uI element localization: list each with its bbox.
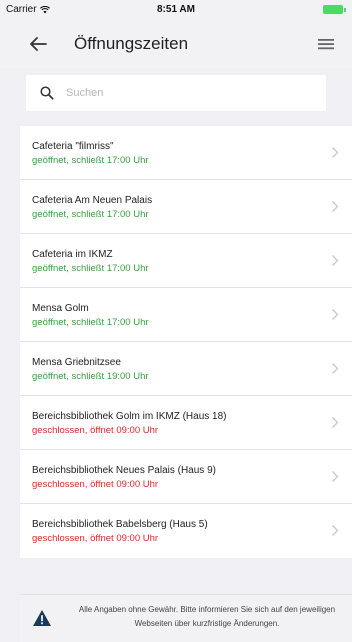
opening-status: geschlossen, öffnet 09:00 Uhr — [32, 533, 159, 544]
location-name: Bereichsbibliothek Golm im IKMZ (Haus 18… — [32, 411, 227, 422]
opening-status: geöffnet, schließt 19:00 Uhr — [32, 371, 149, 382]
opening-status: geöffnet, schließt 17:00 Uhr — [32, 155, 149, 166]
location-name: Bereichsbibliothek Neues Palais (Haus 9) — [32, 465, 216, 476]
opening-status: geschlossen, öffnet 09:00 Uhr — [32, 425, 159, 436]
warning-icon — [33, 610, 51, 626]
location-name: Mensa Golm — [32, 303, 89, 314]
navigation-bar: Öffnungszeiten — [0, 20, 352, 68]
location-name: Cafeteria "filmriss" — [32, 141, 114, 152]
location-name: Cafeteria im IKMZ — [32, 249, 113, 260]
search-icon — [40, 86, 54, 100]
disclaimer-text: Alle Angaben ohne Gewähr. Bitte informie… — [78, 605, 336, 628]
search-input[interactable] — [66, 75, 316, 111]
list-item[interactable]: Bereichsbibliothek Golm im IKMZ (Haus 18… — [20, 396, 352, 450]
chevron-right-icon — [332, 147, 339, 158]
list-item[interactable]: Mensa Griebnitzsee geöffnet, schließt 19:… — [20, 342, 352, 396]
disclaimer-footer: Alle Angaben ohne Gewähr. Bitte informie… — [20, 594, 352, 642]
chevron-right-icon — [332, 525, 339, 536]
chevron-right-icon — [332, 309, 339, 320]
list-item[interactable]: Cafeteria "filmriss" geöffnet, schließt 1… — [20, 126, 352, 180]
status-bar: Carrier 8:51 AM — [0, 0, 352, 20]
opening-hours-list: Cafeteria "filmriss" geöffnet, schließt 1… — [20, 126, 352, 558]
location-name: Mensa Griebnitzsee — [32, 357, 121, 368]
list-item[interactable]: Bereichsbibliothek Neues Palais (Haus 9)… — [20, 450, 352, 504]
chevron-right-icon — [332, 255, 339, 266]
hamburger-menu-icon[interactable] — [316, 35, 336, 53]
location-name: Bereichsbibliothek Babelsberg (Haus 5) — [32, 519, 208, 530]
chevron-right-icon — [332, 417, 339, 428]
location-name: Cafeteria Am Neuen Palais — [32, 195, 153, 206]
list-item[interactable]: Cafeteria im IKMZ geöffnet, schließt 17:0… — [20, 234, 352, 288]
chevron-right-icon — [332, 471, 339, 482]
search-bar — [26, 75, 326, 111]
opening-status: geöffnet, schließt 17:00 Uhr — [32, 317, 149, 328]
arrow-left-icon[interactable] — [26, 32, 50, 56]
list-item[interactable]: Cafeteria Am Neuen Palais geöffnet, schli… — [20, 180, 352, 234]
status-time: 8:51 AM — [157, 4, 195, 15]
battery-icon — [323, 5, 346, 14]
opening-status: geöffnet, schließt 17:00 Uhr — [32, 209, 149, 220]
chevron-right-icon — [332, 201, 339, 212]
page-title: Öffnungszeiten — [74, 34, 189, 53]
list-item[interactable]: Mensa Golm geöffnet, schließt 17:00 Uhr — [20, 288, 352, 342]
list-item[interactable]: Bereichsbibliothek Babelsberg (Haus 5) ge… — [20, 504, 352, 558]
opening-status: geöffnet, schließt 17:00 Uhr — [32, 263, 149, 274]
opening-status: geschlossen, öffnet 09:00 Uhr — [32, 479, 159, 490]
chevron-right-icon — [332, 363, 339, 374]
